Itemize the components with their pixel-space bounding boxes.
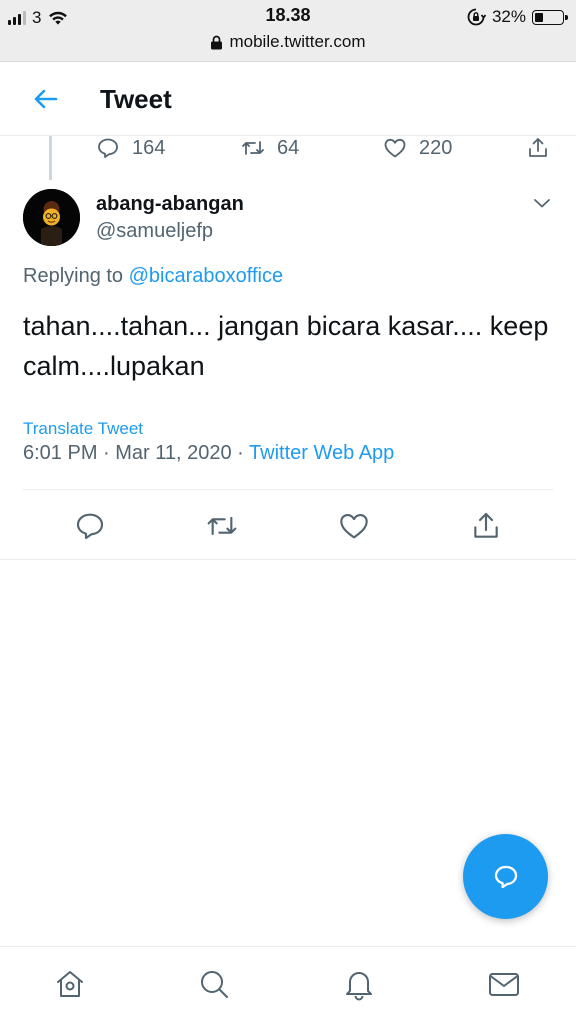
chevron-down-icon	[534, 199, 550, 208]
browser-chrome: 3 18.38 32% mobile.twitter.com	[0, 0, 576, 62]
arrow-left-icon	[34, 89, 58, 109]
prev-like-button[interactable]: 220	[383, 136, 452, 160]
reply-icon	[98, 138, 118, 158]
tweet-text: tahan....tahan... jangan bicara kasar...…	[23, 311, 549, 381]
more-options-button[interactable]	[530, 191, 554, 215]
share-icon	[529, 138, 547, 157]
prev-retweet-button[interactable]: 64	[241, 136, 299, 160]
retweet-button[interactable]	[206, 510, 238, 542]
nav-search-button[interactable]	[197, 967, 231, 1001]
nav-home-button[interactable]	[53, 967, 87, 1001]
address-bar[interactable]: mobile.twitter.com	[0, 32, 576, 52]
previous-tweet-actions: 164 64 220	[96, 136, 556, 162]
url-text: mobile.twitter.com	[229, 32, 366, 51]
prev-reply-count: 164	[132, 136, 166, 159]
author-name[interactable]: abang-abangan	[96, 193, 244, 216]
tweet-source-app[interactable]: Twitter Web App	[249, 442, 394, 464]
bottom-nav	[0, 946, 576, 1024]
orientation-lock-icon	[467, 8, 486, 26]
page-header: Tweet	[0, 62, 576, 136]
share-icon	[474, 512, 498, 538]
prev-like-count: 220	[419, 136, 453, 159]
prev-retweet-count: 64	[277, 136, 300, 159]
tweet-action-bar	[0, 490, 576, 560]
search-icon	[201, 971, 228, 998]
prev-reply-button[interactable]: 164	[96, 136, 165, 160]
nav-messages-button[interactable]	[487, 967, 521, 1001]
back-button[interactable]	[30, 84, 60, 114]
battery-percent: 32%	[491, 7, 526, 26]
home-icon	[57, 971, 83, 997]
lock-icon	[211, 35, 223, 49]
status-right: 32%	[466, 7, 568, 27]
reply-icon	[76, 513, 104, 540]
replying-to-line: Replying to @bicaraboxoffice	[23, 265, 283, 288]
notifications-icon	[346, 972, 372, 1001]
tweet-metadata: 6:01 PM · Mar 11, 2020 · Twitter Web App	[23, 442, 394, 465]
retweet-icon	[242, 141, 264, 155]
prev-share-button[interactable]	[526, 136, 550, 160]
page-title: Tweet	[100, 84, 172, 114]
nav-notifications-button[interactable]	[342, 967, 376, 1001]
avatar-image	[23, 189, 80, 246]
translate-tweet-link[interactable]: Translate Tweet	[23, 419, 143, 439]
share-button[interactable]	[470, 510, 502, 542]
messages-icon	[489, 973, 519, 996]
battery-level-fill	[535, 12, 544, 22]
battery-icon	[532, 9, 568, 25]
compose-reply-button[interactable]	[463, 834, 548, 919]
compose-reply-icon	[494, 865, 517, 888]
retweet-icon	[207, 516, 237, 536]
like-icon	[384, 138, 406, 158]
tweet-timestamp[interactable]: 6:01 PM · Mar 11, 2020 ·	[23, 442, 244, 464]
author-handle[interactable]: @samueljefp	[96, 220, 213, 243]
replying-to-link[interactable]: @bicaraboxoffice	[129, 265, 283, 287]
like-button[interactable]	[338, 510, 370, 542]
thread-connector-line	[49, 136, 52, 180]
replying-prefix: Replying to	[23, 265, 124, 287]
avatar[interactable]	[23, 189, 80, 246]
reply-button[interactable]	[74, 510, 106, 542]
like-icon	[340, 514, 368, 539]
